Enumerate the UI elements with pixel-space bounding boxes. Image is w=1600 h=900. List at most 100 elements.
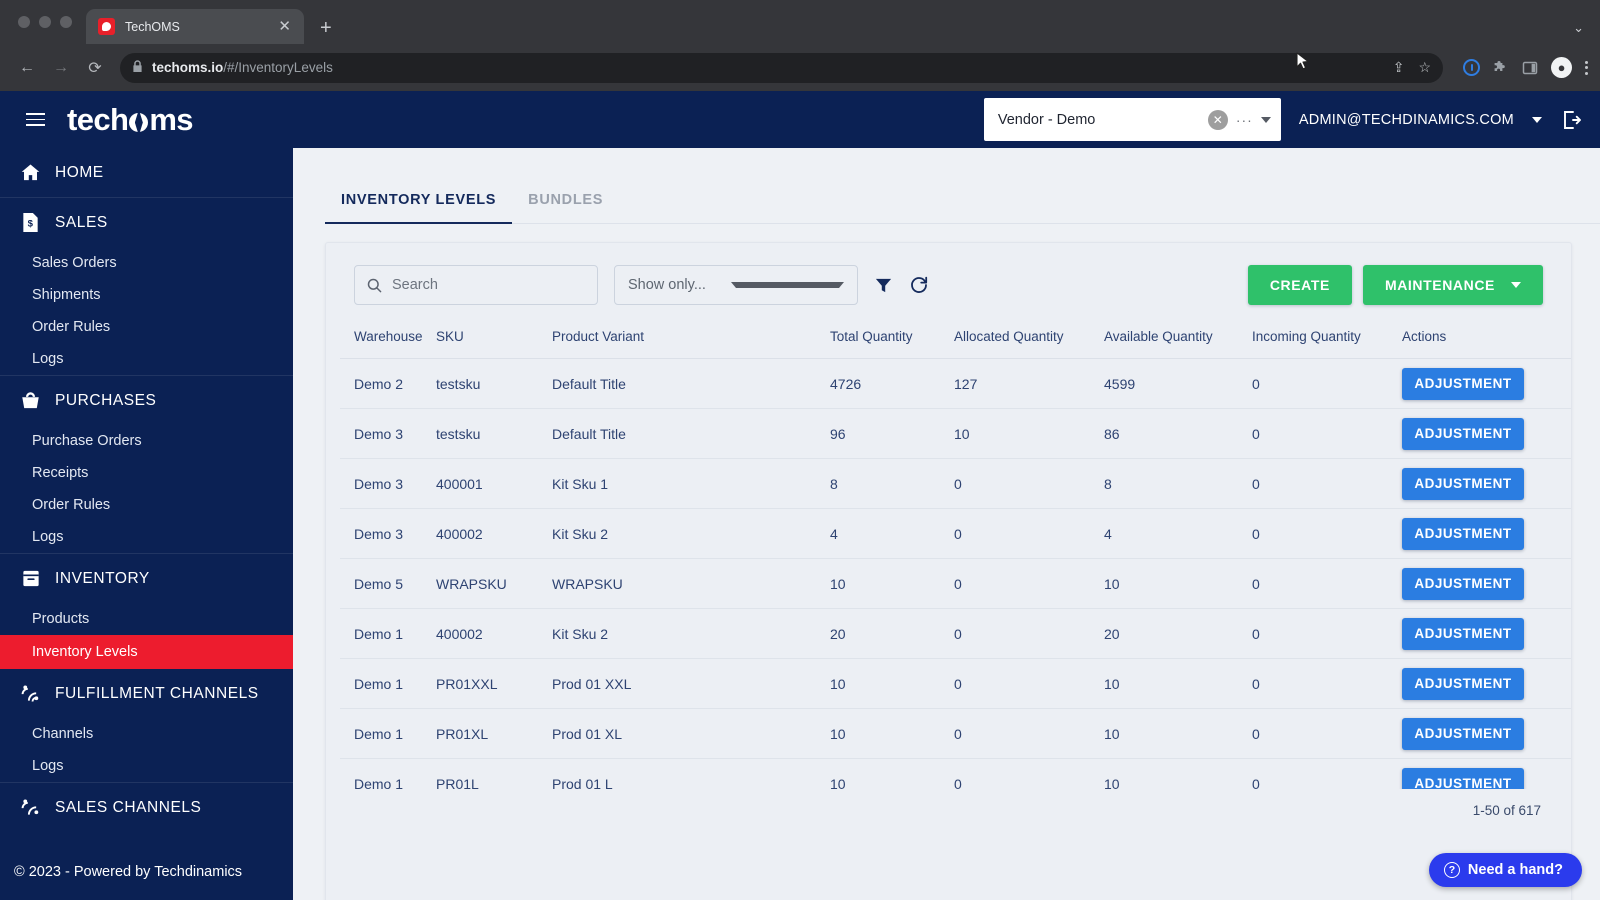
inventory-table: Warehouse SKU Product Variant Total Quan… (340, 319, 1571, 789)
tab-bundles[interactable]: BUNDLES (512, 192, 619, 224)
logout-icon[interactable] (1560, 109, 1582, 131)
extensions-puzzle-icon[interactable] (1493, 60, 1509, 76)
cell-actions: ADJUSTMENT (1402, 758, 1571, 789)
adjustment-button[interactable]: ADJUSTMENT (1402, 567, 1524, 600)
cell-allocated-quantity: 0 (954, 508, 1104, 559)
sidebar-item-sales-logs[interactable]: Logs (0, 343, 293, 375)
table-row[interactable]: Demo 2 testsku Default Title 4726 127 4599 0 AD… (340, 358, 1571, 409)
menu-hamburger-icon[interactable] (20, 107, 51, 132)
sidebar-item-channels[interactable]: Channels (0, 718, 293, 750)
sidebar-item-fulfillment-logs[interactable]: Logs (0, 750, 293, 782)
sidebar-group-purchases[interactable]: PURCHASES (0, 376, 293, 425)
column-header-product-variant[interactable]: Product Variant (552, 319, 830, 359)
tab-inventory-levels[interactable]: INVENTORY LEVELS (325, 192, 513, 224)
show-only-dropdown[interactable]: Show only... (614, 265, 858, 305)
sidebar-item-sales-order-rules[interactable]: Order Rules (0, 311, 293, 343)
close-icon[interactable]: ✕ (275, 19, 294, 34)
cell-total-quantity: 20 (830, 608, 954, 659)
table-row[interactable]: Demo 5 WRAPSKU WRAPSKU 10 0 10 0 ADJUSTMENT (340, 558, 1571, 609)
column-header-warehouse[interactable]: Warehouse (340, 319, 436, 359)
table-row[interactable]: Demo 3 400001 Kit Sku 1 8 0 8 0 ADJUSTMENT (340, 458, 1571, 509)
sidebar-item-purchase-logs[interactable]: Logs (0, 521, 293, 553)
browser-menu-icon[interactable] (1585, 60, 1588, 75)
adjustment-button[interactable]: ADJUSTMENT (1402, 517, 1524, 550)
sidebar-item-inventory-levels[interactable]: Inventory Levels (0, 635, 293, 669)
chevron-down-icon[interactable]: ⌄ (1573, 20, 1600, 44)
browser-tab[interactable]: TechOMS ✕ (86, 9, 304, 44)
table-row[interactable]: Demo 1 PR01L Prod 01 L 10 0 10 0 ADJUSTMENT (340, 758, 1571, 789)
sidebar-group-sales-channels[interactable]: SALES CHANNELS (0, 783, 293, 832)
column-header-available-quantity[interactable]: Available Quantity (1104, 319, 1252, 359)
table-row[interactable]: Demo 3 testsku Default Title 96 10 86 0 ADJUSTM… (340, 408, 1571, 459)
sidebar-item-purchase-order-rules[interactable]: Order Rules (0, 489, 293, 521)
column-header-incoming-quantity[interactable]: Incoming Quantity (1252, 319, 1402, 359)
sidebar-group-inventory[interactable]: INVENTORY (0, 554, 293, 603)
cell-sku: WRAPSKU (436, 558, 552, 609)
cell-sku: PR01L (436, 758, 552, 789)
browser-navbar: ← → ⟳ techoms.io/#/InventoryLevels ⇪ ☆ ● (0, 44, 1600, 91)
sidebar-item-shipments[interactable]: Shipments (0, 279, 293, 311)
address-bar[interactable]: techoms.io/#/InventoryLevels ⇪ ☆ (120, 52, 1443, 83)
window-minimize-dot[interactable] (39, 16, 51, 28)
more-options-icon[interactable]: ··· (1236, 112, 1253, 128)
clear-icon[interactable]: ✕ (1207, 109, 1228, 130)
reload-icon[interactable]: ⟳ (80, 53, 110, 83)
sidebar-footer: © 2023 - Powered by Techdinamics (0, 843, 293, 900)
table-row[interactable]: Demo 3 400002 Kit Sku 2 4 0 4 0 ADJUSTMENT (340, 508, 1571, 559)
sidebar-item-products[interactable]: Products (0, 603, 293, 635)
share-icon[interactable]: ⇪ (1393, 59, 1405, 76)
cell-incoming-quantity: 0 (1252, 508, 1402, 559)
user-email-label[interactable]: ADMIN@TECHDINAMICS.COM (1299, 112, 1514, 128)
column-header-total-quantity[interactable]: Total Quantity (830, 319, 954, 359)
side-panel-icon[interactable] (1522, 60, 1538, 76)
column-header-sku[interactable]: SKU (436, 319, 552, 359)
adjustment-button[interactable]: ADJUSTMENT (1402, 617, 1524, 650)
table-row[interactable]: Demo 1 PR01XXL Prod 01 XXL 10 0 10 0 ADJUSTMENT (340, 658, 1571, 709)
window-maximize-dot[interactable] (60, 16, 72, 28)
search-field[interactable] (354, 265, 598, 305)
maintenance-button[interactable]: MAINTENANCE (1362, 265, 1543, 305)
adjustment-button[interactable]: ADJUSTMENT (1402, 717, 1524, 750)
inventory-table-wrapper[interactable]: Warehouse SKU Product Variant Total Quan… (326, 319, 1571, 789)
new-tab-button[interactable]: + (304, 18, 346, 44)
sidebar-group-label: INVENTORY (55, 569, 150, 587)
adjustment-button[interactable]: ADJUSTMENT (1402, 667, 1524, 700)
sidebar-item-receipts[interactable]: Receipts (0, 457, 293, 489)
adjustment-button[interactable]: ADJUSTMENT (1402, 467, 1524, 500)
cell-incoming-quantity: 0 (1252, 708, 1402, 759)
column-header-allocated-quantity[interactable]: Allocated Quantity (954, 319, 1104, 359)
cell-actions: ADJUSTMENT (1402, 708, 1571, 759)
adjustment-button[interactable]: ADJUSTMENT (1402, 367, 1524, 400)
window-close-dot[interactable] (18, 16, 30, 28)
bookmark-star-icon[interactable]: ☆ (1418, 59, 1431, 76)
table-row[interactable]: Demo 1 400002 Kit Sku 2 20 0 20 0 ADJUSTMENT (340, 608, 1571, 659)
sidebar-item-sales-orders[interactable]: Sales Orders (0, 247, 293, 279)
adjustment-button[interactable]: ADJUSTMENT (1402, 417, 1524, 450)
profile-avatar-icon[interactable]: ● (1551, 57, 1572, 78)
sidebar-group-home[interactable]: HOME (0, 148, 293, 197)
refresh-icon[interactable] (909, 275, 929, 295)
table-row[interactable]: Demo 1 PR01XL Prod 01 XL 10 0 10 0 ADJUSTMENT (340, 708, 1571, 759)
cell-incoming-quantity: 0 (1252, 658, 1402, 709)
adjustment-button[interactable]: ADJUSTMENT (1402, 767, 1524, 789)
chevron-down-icon (731, 282, 844, 288)
create-button[interactable]: CREATE (1247, 265, 1352, 305)
cell-total-quantity: 96 (830, 408, 954, 459)
browser-tabstrip: TechOMS ✕ + ⌄ (0, 0, 1600, 44)
sidebar-group-sales[interactable]: $ SALES (0, 198, 293, 247)
vendor-selector[interactable]: Vendor - Demo ✕ ··· (983, 98, 1281, 141)
back-icon[interactable]: ← (12, 53, 42, 83)
need-a-hand-chat-button[interactable]: ? Need a hand? (1428, 853, 1582, 887)
search-input[interactable] (392, 277, 585, 293)
password-manager-icon[interactable] (1463, 59, 1480, 76)
cell-warehouse: Demo 3 (340, 508, 436, 559)
chevron-down-icon[interactable] (1260, 116, 1271, 123)
forward-icon[interactable]: → (46, 53, 76, 83)
sidebar-group-fulfillment-channels[interactable]: FULFILLMENT CHANNELS (0, 669, 293, 718)
filter-icon[interactable] (874, 276, 893, 295)
sidebar-group-label: FULFILLMENT CHANNELS (55, 684, 259, 702)
user-menu-chevron-down-icon[interactable] (1532, 116, 1542, 123)
sidebar-item-purchase-orders[interactable]: Purchase Orders (0, 425, 293, 457)
cell-incoming-quantity: 0 (1252, 608, 1402, 659)
window-controls[interactable] (14, 0, 86, 44)
